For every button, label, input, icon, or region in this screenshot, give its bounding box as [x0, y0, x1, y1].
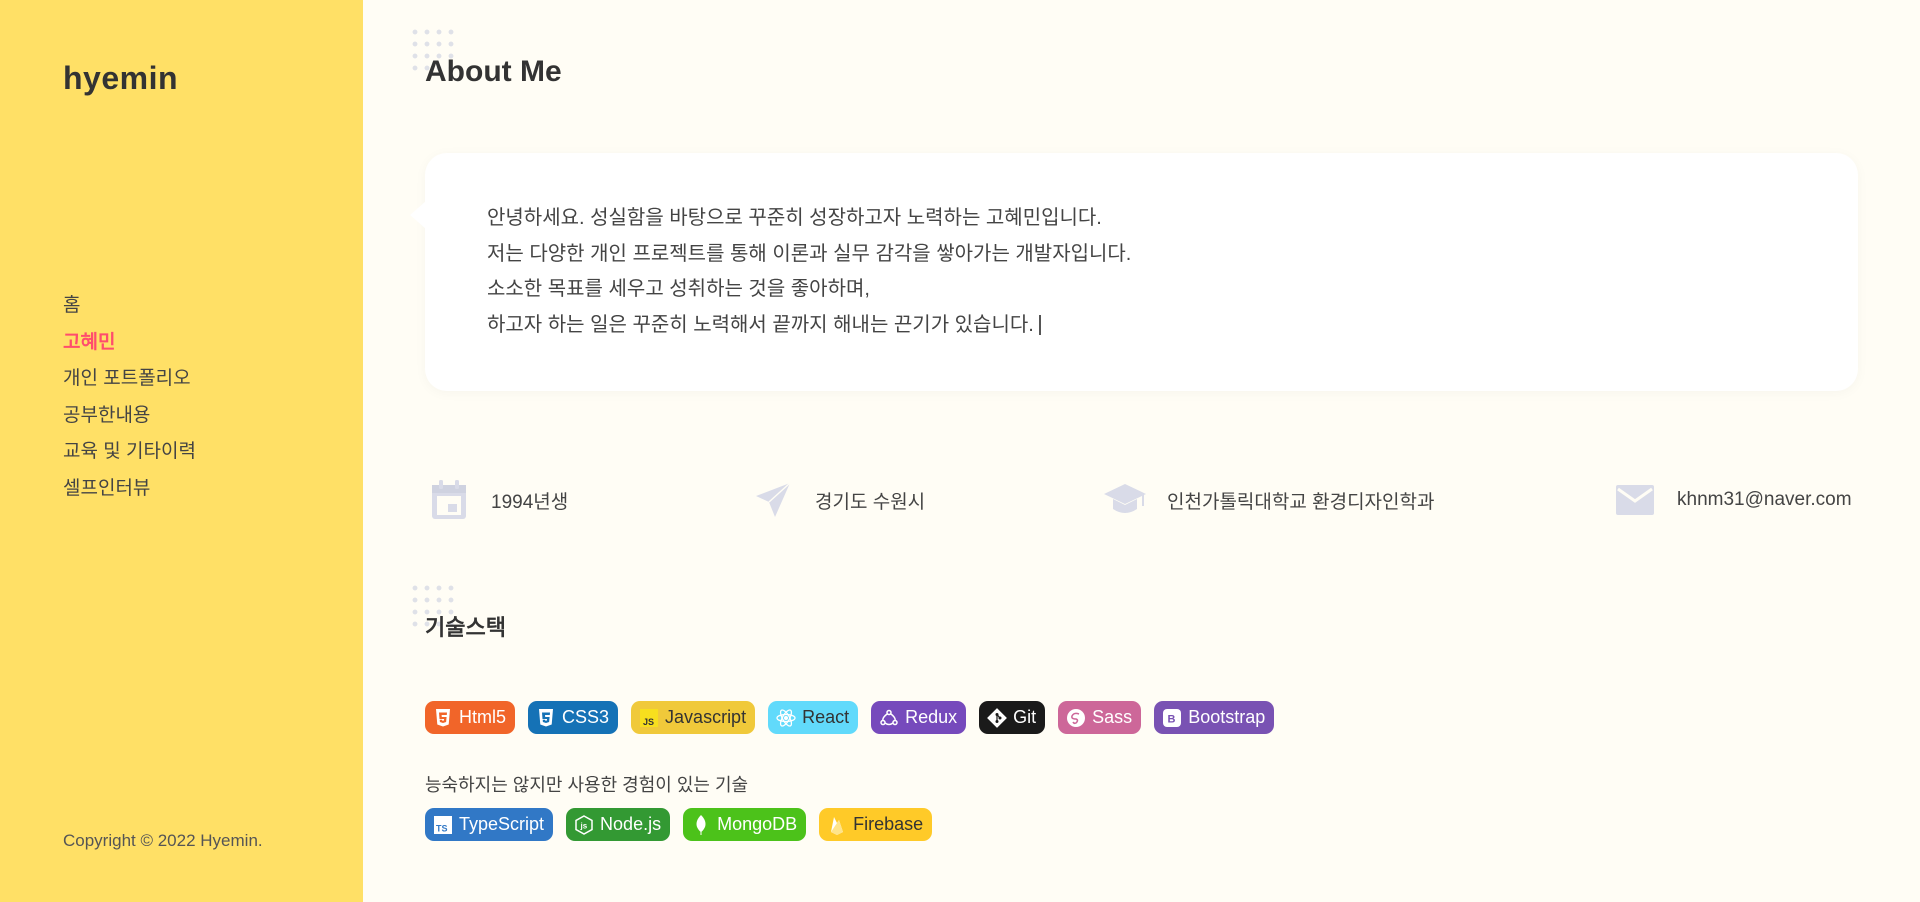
badge-label: Git [1013, 707, 1037, 727]
skills-title: 기술스택 [425, 615, 506, 640]
intro-line: 하고자 하는 일은 꾸준히 노력해서 끝까지 해내는 끈기가 있습니다. [487, 308, 1796, 344]
intro-line-text: 하고자 하는 일은 꾸준히 노력해서 끝까지 해내는 끈기가 있습니다. [487, 313, 1034, 336]
skill-badges: Html5 CSS3 JS Javascript React Redux Git… [425, 701, 1275, 734]
svg-text:TS: TS [436, 823, 448, 833]
badge-nodejs: js Node.js [566, 808, 671, 841]
firebase-icon [827, 815, 847, 835]
info-text[interactable]: khnm31@naver.com [1677, 489, 1852, 511]
calendar-icon [427, 478, 471, 522]
brand-logo[interactable]: hyemin [63, 60, 178, 97]
experienced-badges: TS TypeScript js Node.js MongoDB Firebas… [425, 808, 933, 841]
info-birth-year: 1994년생 [427, 475, 568, 525]
badge-label: CSS3 [562, 707, 610, 727]
badge-label: Sass [1092, 707, 1133, 727]
nav-item-interview[interactable]: 셀프인터뷰 [63, 471, 196, 508]
sidebar: hyemin 홈 고혜민 개인 포트폴리오 공부한내용 교육 및 기타이력 셀프… [0, 0, 363, 902]
intro-line: 안녕하세요. 성실함을 바탕으로 꾸준히 성장하고자 노력하는 고혜민입니다. [487, 207, 1102, 229]
info-university: 인천가톨릭대학교 환경디자인학과 [1103, 475, 1434, 525]
app-root: hyemin 홈 고혜민 개인 포트폴리오 공부한내용 교육 및 기타이력 셀프… [0, 0, 1920, 902]
info-email: khnm31@naver.com [1613, 475, 1852, 525]
nav-item-home[interactable]: 홈 [63, 288, 196, 325]
badge-label: Node.js [600, 814, 662, 834]
copyright-text: Copyright © 2022 Hyemin. [63, 831, 263, 850]
mongodb-icon [691, 814, 711, 835]
sidebar-nav: 홈 고혜민 개인 포트폴리오 공부한내용 교육 및 기타이력 셀프인터뷰 [63, 288, 196, 507]
badge-css3: CSS3 [528, 701, 619, 734]
info-text: 경기도 수원시 [815, 491, 926, 513]
git-icon [987, 707, 1008, 728]
css3-icon [536, 708, 556, 728]
badge-label: Html5 [459, 707, 507, 727]
info-text: 1994년생 [491, 491, 569, 513]
badge-label: Bootstrap [1188, 707, 1266, 727]
badge-html5: Html5 [425, 701, 516, 734]
badge-git: Git [979, 701, 1046, 734]
html5-icon [433, 708, 453, 728]
redux-icon [879, 708, 899, 728]
badge-typescript: TS TypeScript [425, 808, 554, 841]
badge-mongodb: MongoDB [683, 808, 807, 841]
sass-icon [1066, 708, 1086, 728]
bootstrap-icon: B [1162, 708, 1182, 728]
badge-label: TypeScript [459, 814, 545, 834]
nav-item-about[interactable]: 고혜민 [63, 325, 196, 362]
nav-item-study[interactable]: 공부한내용 [63, 398, 196, 435]
typescript-icon: TS [433, 815, 453, 835]
badge-label: MongoDB [717, 814, 798, 834]
badge-bootstrap: B Bootstrap [1154, 701, 1275, 734]
nav-item-portfolio[interactable]: 개인 포트폴리오 [63, 361, 196, 398]
graduation-cap-icon [1103, 478, 1147, 522]
badge-label: Firebase [853, 814, 924, 834]
svg-text:JS: JS [643, 717, 654, 727]
info-text: 인천가톨릭대학교 환경디자인학과 [1167, 491, 1435, 513]
main-content: About Me 안녕하세요. 성실함을 바탕으로 꾸준히 성장하고자 노력하는… [363, 0, 1920, 902]
badge-sass: Sass [1058, 701, 1142, 734]
react-icon [776, 708, 796, 728]
intro-bubble: 안녕하세요. 성실함을 바탕으로 꾸준히 성장하고자 노력하는 고혜민입니다. … [410, 153, 1858, 391]
nodejs-icon: js [574, 814, 594, 835]
javascript-icon: JS [639, 708, 659, 728]
badge-label: Javascript [665, 707, 747, 727]
badge-react: React [768, 701, 859, 734]
badge-redux: Redux [871, 701, 967, 734]
intro-line: 저는 다양한 개인 프로젝트를 통해 이론과 실무 감각을 쌓아가는 개발자입니… [487, 242, 1132, 265]
info-location: 경기도 수원시 [751, 475, 925, 525]
badge-firebase: Firebase [819, 808, 933, 841]
badge-javascript: JS Javascript [631, 701, 756, 734]
typing-caret [1038, 315, 1041, 336]
badge-label: Redux [905, 707, 958, 727]
nav-item-education[interactable]: 교육 및 기타이력 [63, 434, 196, 471]
page-title: About Me [425, 55, 562, 88]
mail-icon [1613, 478, 1657, 522]
svg-text:js: js [580, 821, 588, 830]
intro-line: 소소한 목표를 세우고 성취하는 것을 좋아하며, [487, 278, 870, 300]
experienced-label: 능숙하지는 않지만 사용한 경험이 있는 기술 [425, 775, 749, 795]
svg-text:B: B [1168, 713, 1176, 725]
send-icon [751, 478, 795, 522]
badge-label: React [802, 707, 850, 727]
